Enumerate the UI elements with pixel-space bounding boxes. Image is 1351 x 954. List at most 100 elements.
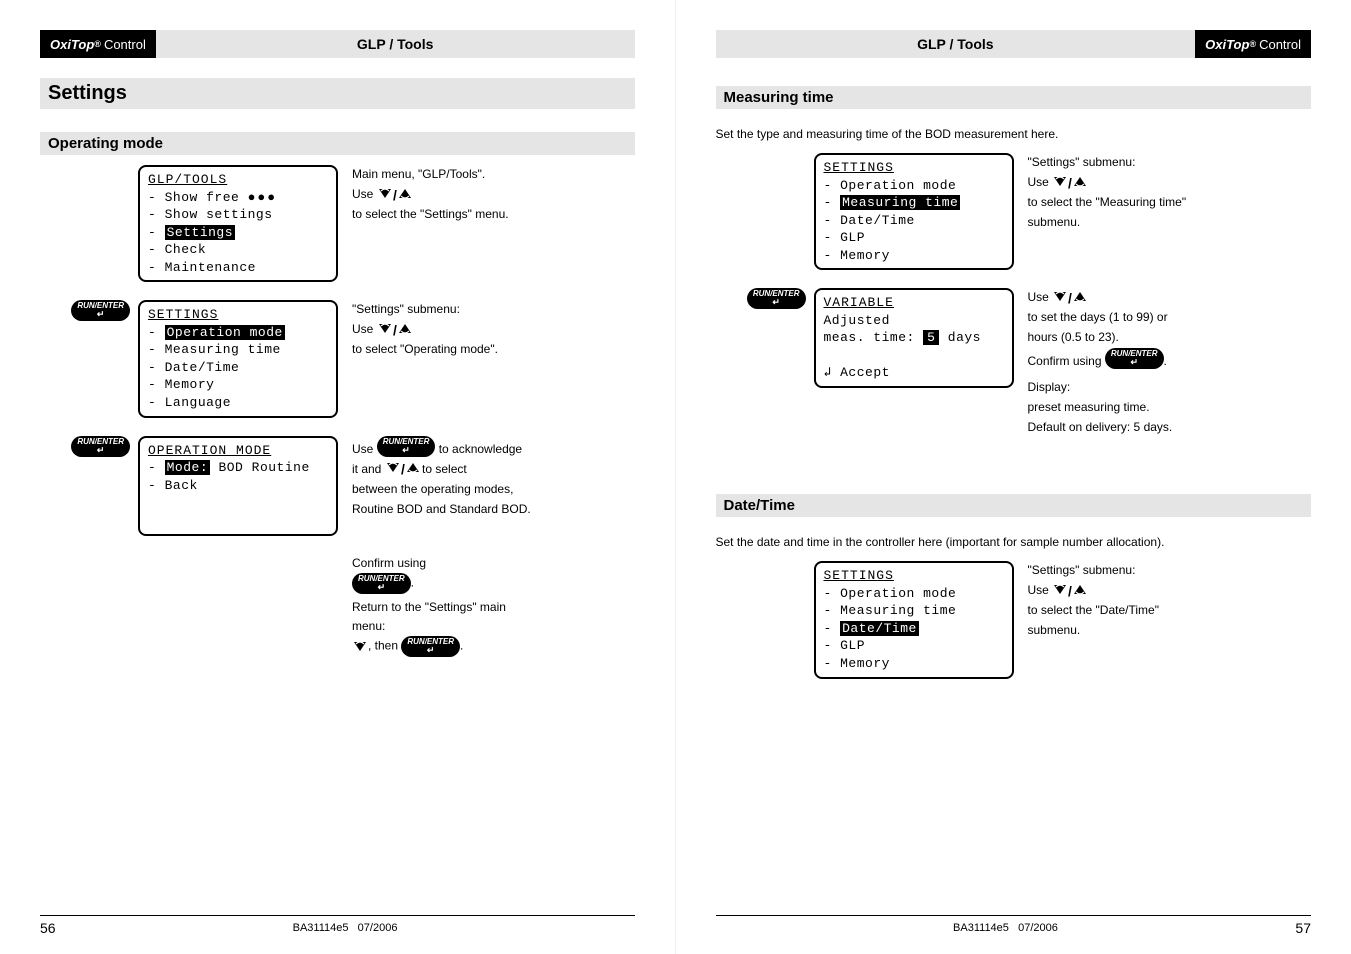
lcd-title: OPERATION MODE: [148, 442, 328, 460]
svg-text:/: /: [1068, 290, 1072, 306]
svg-text:/: /: [1068, 175, 1072, 191]
brand-name: OxiTop: [1205, 37, 1249, 52]
page-56: OxiTop®Control GLP / Tools Settings Oper…: [0, 0, 676, 954]
text: Use RUN/ENTER↵ to acknowledge: [352, 436, 635, 458]
lcd-row: - Date/Time: [824, 212, 1004, 230]
brand-suffix: Control: [1259, 37, 1301, 52]
lcd-row: - Date/Time: [148, 359, 328, 377]
lcd-title: SETTINGS: [824, 159, 1004, 177]
text: Return to the "Settings" main: [352, 598, 635, 617]
intro-text: Set the type and measuring time of the B…: [716, 127, 1312, 141]
svg-text:/: /: [1068, 583, 1072, 599]
lcd-row: - GLP: [824, 637, 1004, 655]
text: RUN/ENTER↵.: [352, 573, 635, 594]
lcd-operation-mode: OPERATION MODE - Mode: BOD Routine - Bac…: [138, 436, 338, 536]
brand-name: OxiTop: [50, 37, 94, 52]
lcd-row: - Memory: [148, 376, 328, 394]
text: to select the "Measuring time": [1028, 193, 1312, 211]
run-enter-key: RUN/ENTER↵: [71, 436, 130, 457]
lcd-title: GLP/TOOLS: [148, 171, 328, 189]
lcd-row: - Mode: BOD Routine: [148, 459, 328, 477]
run-enter-key: RUN/ENTER↵: [401, 636, 460, 657]
lcd-row: - Check: [148, 241, 328, 259]
datetime-step-1: SETTINGS - Operation mode - Measuring ti…: [716, 561, 1312, 678]
run-enter-key: RUN/ENTER↵: [747, 288, 806, 309]
text: to select the "Settings" menu.: [352, 205, 635, 223]
lcd-row: - Operation mode: [824, 177, 1004, 195]
text: Confirm using RUN/ENTER↵.: [1028, 348, 1312, 370]
subsection-measuring-time: Measuring time: [716, 86, 1312, 109]
chapter-title: GLP / Tools: [716, 30, 1196, 58]
lcd-row: - Settings: [148, 224, 328, 242]
chapter-title: GLP / Tools: [156, 30, 635, 58]
text: to select the "Date/Time": [1028, 601, 1312, 619]
section-settings: Settings: [40, 78, 635, 109]
step-2: RUN/ENTER↵ SETTINGS - Operation mode - M…: [40, 300, 635, 417]
down-up-icon: /: [377, 187, 411, 203]
step-3-extra: Confirm using RUN/ENTER↵. Return to the …: [352, 554, 635, 658]
text: Default on delivery: 5 days.: [1028, 418, 1312, 436]
footer-left: 56 BA31114e5 07/2006: [40, 915, 635, 936]
text: Use /: [1028, 173, 1312, 191]
text: Use /: [1028, 581, 1312, 599]
down-up-icon: /: [1052, 290, 1086, 306]
text: preset measuring time.: [1028, 398, 1312, 416]
text: Confirm using: [352, 554, 635, 573]
run-enter-key: RUN/ENTER↵: [71, 300, 130, 321]
lcd-settings: SETTINGS - Operation mode - Measuring ti…: [814, 153, 1014, 270]
lcd-title: VARIABLE: [824, 294, 1004, 312]
lcd-settings: SETTINGS - Operation mode - Measuring ti…: [814, 561, 1014, 678]
text: it and / to select: [352, 460, 635, 478]
step-explain: "Settings" submenu: Use / to select the …: [1028, 561, 1312, 641]
page-number: 56: [40, 920, 56, 936]
lcd-row: - Maintenance: [148, 259, 328, 277]
text: Use /: [352, 185, 635, 203]
lcd-variable: VARIABLE Adjusted meas. time: 5 days ↲ A…: [814, 288, 1014, 388]
down-icon: [352, 640, 368, 654]
intro-text: Set the date and time in the controller …: [716, 535, 1312, 549]
down-up-icon: /: [1052, 175, 1086, 191]
run-enter-key: RUN/ENTER↵: [1105, 348, 1164, 369]
text: Use /: [1028, 288, 1312, 306]
lcd-row: - Show settings: [148, 206, 328, 224]
run-enter-key: RUN/ENTER↵: [352, 573, 411, 594]
lcd-row: - Language: [148, 394, 328, 412]
text: Display:: [1028, 378, 1312, 396]
step-explain: "Settings" submenu: Use / to select "Ope…: [352, 300, 635, 360]
lcd-title: SETTINGS: [148, 306, 328, 324]
footer-right: BA31114e5 07/2006 57: [716, 915, 1312, 936]
text: Main menu, "GLP/Tools".: [352, 165, 635, 183]
lcd-row: - Memory: [824, 655, 1004, 673]
lcd-settings: SETTINGS - Operation mode - Measuring ti…: [138, 300, 338, 417]
step-explain: Main menu, "GLP/Tools". Use / to select …: [352, 165, 635, 225]
lcd-row: - Measuring time: [824, 602, 1004, 620]
subsection-operating-mode: Operating mode: [40, 132, 635, 155]
step-3: RUN/ENTER↵ OPERATION MODE - Mode: BOD Ro…: [40, 436, 635, 536]
lcd-row: - Date/Time: [824, 620, 1004, 638]
lcd-row: - Measuring time: [824, 194, 1004, 212]
step-explain: Use / to set the days (1 to 99) or hours…: [1028, 288, 1312, 438]
lcd-row: meas. time: 5 days: [824, 329, 1004, 347]
page-number: 57: [1295, 920, 1311, 936]
registered-icon: ®: [94, 39, 101, 49]
svg-text:/: /: [393, 187, 397, 203]
lcd-row: - Operation mode: [148, 324, 328, 342]
down-up-icon: /: [385, 461, 419, 477]
page-57: GLP / Tools OxiTop®Control Measuring tim…: [676, 0, 1351, 954]
footer-doc: BA31114e5 07/2006: [716, 922, 1296, 934]
lcd-title: SETTINGS: [824, 567, 1004, 585]
down-up-icon: /: [377, 322, 411, 338]
footer-doc: BA31114e5 07/2006: [56, 922, 635, 934]
brand-tag: OxiTop®Control: [40, 30, 156, 58]
text: "Settings" submenu:: [1028, 561, 1312, 579]
lcd-row: - Memory: [824, 247, 1004, 265]
text: Routine BOD and Standard BOD.: [352, 500, 635, 518]
text: to set the days (1 to 99) or: [1028, 308, 1312, 326]
lcd-row: - GLP: [824, 229, 1004, 247]
subsection-date-time: Date/Time: [716, 494, 1312, 517]
lcd-row: - Operation mode: [824, 585, 1004, 603]
down-up-icon: /: [1052, 583, 1086, 599]
header-bar: OxiTop®Control GLP / Tools: [40, 30, 635, 58]
text: Use /: [352, 320, 635, 338]
lcd-row: - Back: [148, 477, 328, 495]
